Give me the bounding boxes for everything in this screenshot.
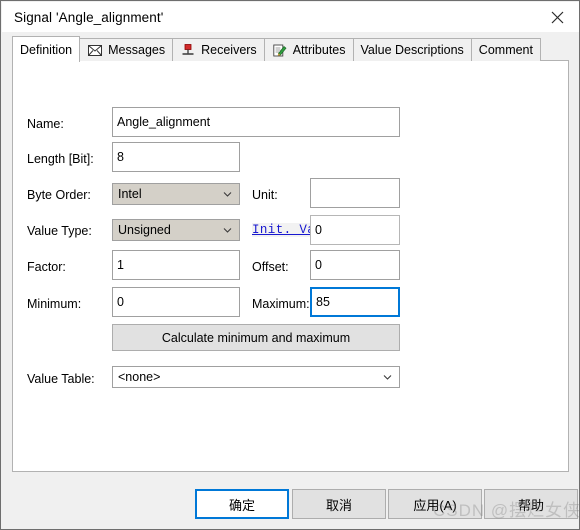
length-bit-input[interactable] xyxy=(112,142,240,172)
init-value-input[interactable] xyxy=(310,215,400,245)
tab-receivers[interactable]: Receivers xyxy=(172,38,265,61)
maximum-input[interactable] xyxy=(310,287,400,317)
tab-comment[interactable]: Comment xyxy=(470,38,541,61)
value-type-label: Value Type: xyxy=(27,224,92,238)
chevron-down-icon xyxy=(382,372,393,383)
tab-attributes[interactable]: Attributes xyxy=(263,38,354,61)
unit-label: Unit: xyxy=(252,188,278,202)
minimum-label: Minimum: xyxy=(27,297,82,311)
signal-dialog-window: Signal 'Angle_alignment' Definition Mess… xyxy=(0,0,580,530)
value-table-label: Value Table: xyxy=(27,372,95,386)
value-type-value: Unsigned xyxy=(118,223,171,237)
help-button[interactable]: 帮助 xyxy=(484,489,578,519)
minimum-input[interactable] xyxy=(112,287,240,317)
offset-label: Offset: xyxy=(252,260,289,274)
byte-order-value: Intel xyxy=(118,187,142,201)
tab-label: Definition xyxy=(20,42,73,57)
pencil-note-icon xyxy=(272,43,288,57)
definition-panel: Name: Length [Bit]: Byte Order: Intel Un… xyxy=(12,60,569,472)
chevron-down-icon xyxy=(222,225,233,236)
pushpin-icon xyxy=(180,43,196,57)
tab-label: Comment xyxy=(478,43,533,57)
tab-value-descriptions[interactable]: Value Descriptions xyxy=(352,38,472,61)
length-bit-label: Length [Bit]: xyxy=(27,152,94,166)
title-bar: Signal 'Angle_alignment' xyxy=(2,2,579,32)
tab-label: Messages xyxy=(108,43,166,57)
cancel-button[interactable]: 取消 xyxy=(292,489,386,519)
close-icon[interactable] xyxy=(535,2,579,32)
chevron-down-icon xyxy=(222,189,233,200)
byte-order-select[interactable]: Intel xyxy=(112,183,240,205)
value-table-select[interactable]: <none> xyxy=(112,366,400,388)
calculate-min-max-button[interactable]: Calculate minimum and maximum xyxy=(112,324,400,351)
factor-label: Factor: xyxy=(27,260,66,274)
tab-strip: Definition Messages Receivers Attributes… xyxy=(12,36,541,62)
unit-input[interactable] xyxy=(310,178,400,208)
maximum-label: Maximum: xyxy=(252,297,310,311)
offset-input[interactable] xyxy=(310,250,400,280)
tab-label: Value Descriptions xyxy=(360,43,464,57)
byte-order-label: Byte Order: xyxy=(27,188,91,202)
value-type-select[interactable]: Unsigned xyxy=(112,219,240,241)
envelope-icon xyxy=(87,43,103,57)
tab-label: Receivers xyxy=(201,43,257,57)
name-label: Name: xyxy=(27,117,64,131)
tab-label: Attributes xyxy=(292,43,346,57)
value-table-value: <none> xyxy=(118,370,161,384)
ok-button[interactable]: 确定 xyxy=(195,489,289,519)
factor-input[interactable] xyxy=(112,250,240,280)
tab-definition[interactable]: Definition xyxy=(12,36,81,62)
window-title: Signal 'Angle_alignment' xyxy=(14,9,164,25)
name-input[interactable] xyxy=(112,107,400,137)
apply-button[interactable]: 应用(A) xyxy=(388,489,482,519)
dialog-footer: 确定 取消 应用(A) 帮助 xyxy=(2,473,579,529)
tab-messages[interactable]: Messages xyxy=(79,38,174,61)
